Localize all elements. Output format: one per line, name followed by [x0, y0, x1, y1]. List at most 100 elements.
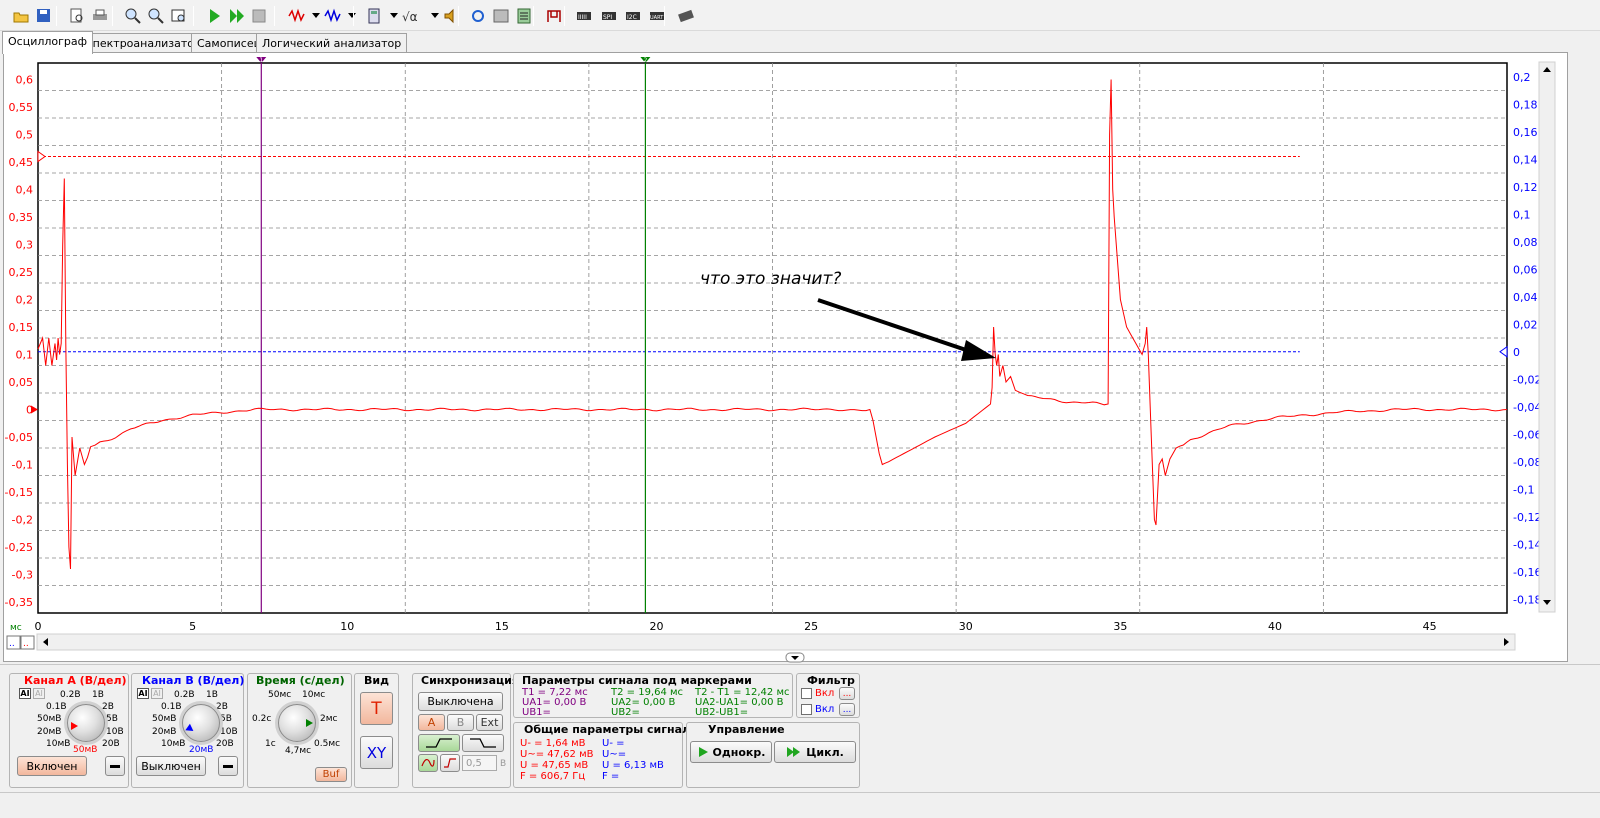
- rising-edge-button[interactable]: [418, 734, 460, 752]
- channel-a-zero-marker[interactable]: [31, 405, 38, 414]
- channel-a-offset-label: ..: [23, 639, 29, 649]
- channel-b-scale-value: 20мВ: [189, 745, 214, 755]
- filter-b-checkbox[interactable]: [801, 704, 812, 715]
- filter-a-settings-button[interactable]: ...: [839, 687, 855, 700]
- scale-tick: 50мс: [268, 690, 292, 700]
- sync-panel: Синхронизация Выключена A B Ext 0,5 В: [412, 673, 519, 788]
- sync-source-ext-button[interactable]: Ext: [476, 714, 503, 731]
- left-axis-tick-label: 0,05: [9, 376, 34, 389]
- single-run-label: Однокр.: [712, 745, 766, 759]
- ub-dc-value: U- =: [602, 738, 625, 749]
- buffer-button[interactable]: Buf: [315, 767, 347, 782]
- scale-tick: 50мВ: [152, 714, 177, 724]
- right-axis-tick-label: -0,12: [1513, 511, 1541, 524]
- save-button[interactable]: [33, 5, 55, 27]
- time-base-knob[interactable]: [278, 704, 316, 742]
- scale-tick: 1В: [92, 690, 104, 700]
- ua-rms-value: U = 47,65 мВ: [520, 760, 589, 771]
- filter-b-settings-button[interactable]: ...: [839, 703, 855, 716]
- tab-oscilloscope[interactable]: Осциллограф: [2, 31, 94, 54]
- toolbar-separator: [533, 6, 534, 26]
- auto-sync-button[interactable]: [418, 754, 438, 772]
- scale-tick: 10мс: [302, 690, 326, 700]
- i2c-button[interactable]: I2C: [622, 5, 644, 27]
- channel-a-button[interactable]: [286, 5, 308, 27]
- time-panel: Время (с/дел) 50мс 10мс 0.2с 2мс 1с 0.5м…: [247, 673, 352, 788]
- channel-b-icon: [324, 8, 341, 23]
- sync-level-input[interactable]: 0,5: [462, 755, 497, 771]
- calculator-button[interactable]: [363, 5, 385, 27]
- oscilloscope-plot[interactable]: 0,60,550,50,450,40,350,30,250,20,150,10,…: [0, 52, 1568, 664]
- scale-tick: 20мВ: [37, 727, 62, 737]
- sync-title: Синхронизация: [421, 674, 519, 687]
- dropdown-arrow-icon[interactable]: [389, 5, 399, 27]
- sync-source-b-button[interactable]: B: [447, 714, 474, 731]
- spi-button[interactable]: SPI: [598, 5, 620, 27]
- left-axis-tick-label: 0,6: [16, 74, 34, 87]
- marker-params-panel: Параметры сигнала под маркерами T1 = 7,2…: [513, 673, 793, 718]
- dropdown-arrow-icon[interactable]: [311, 5, 321, 27]
- left-axis-tick-label: 0,1: [16, 349, 34, 362]
- ac-coupling-icon[interactable]: AI: [19, 688, 31, 699]
- xy-view-button[interactable]: XY: [360, 736, 393, 769]
- refresh-icon: [472, 10, 484, 22]
- dropdown-arrow-icon[interactable]: [347, 5, 357, 27]
- zoom-out-button[interactable]: [145, 5, 167, 27]
- generator-button[interactable]: [543, 5, 565, 27]
- channel-b-title: Канал B (В/дел): [142, 674, 245, 687]
- filter-b-label: Вкл: [815, 704, 835, 715]
- falling-edge-button[interactable]: [462, 734, 504, 752]
- fast-forward-icon: [787, 747, 801, 757]
- refresh-button[interactable]: [467, 5, 489, 27]
- print-button[interactable]: [89, 5, 111, 27]
- channel-a-enable-button[interactable]: Включен: [17, 756, 87, 776]
- math-button[interactable]: √α: [399, 5, 421, 27]
- ac-coupling-icon[interactable]: AI: [137, 688, 149, 699]
- settings-button[interactable]: [490, 5, 512, 27]
- report-button[interactable]: [513, 5, 535, 27]
- channel-a-volts-knob[interactable]: [67, 704, 105, 742]
- channel-b-volts-knob[interactable]: [182, 704, 220, 742]
- channel-a-scale-value: 50мВ: [73, 745, 98, 755]
- tab-logic-analyzer[interactable]: Логический анализатор: [256, 33, 408, 53]
- stop-button[interactable]: [248, 5, 270, 27]
- right-axis-tick-label: 0,02: [1513, 318, 1538, 331]
- single-run-button[interactable]: Однокр.: [690, 741, 772, 763]
- falling-edge-icon: [470, 738, 496, 748]
- zoom-fit-button[interactable]: [168, 5, 190, 27]
- scale-tick: 5В: [220, 714, 232, 724]
- vertical-scrollbar[interactable]: [1538, 61, 1556, 613]
- scale-tick: 2мс: [320, 714, 338, 724]
- control-panel: Управление Однокр. Цикл.: [686, 722, 860, 788]
- svg-text:UART: UART: [650, 15, 664, 21]
- device-button[interactable]: [675, 5, 697, 27]
- single-sync-button[interactable]: [440, 754, 460, 772]
- open-button[interactable]: [10, 5, 32, 27]
- horizontal-scrollbar[interactable]: [36, 633, 1516, 651]
- print-preview-button[interactable]: [66, 5, 88, 27]
- zoom-in-button[interactable]: [122, 5, 144, 27]
- channel-b-enable-button[interactable]: Выключен: [136, 756, 206, 776]
- dc-coupling-icon[interactable]: AI: [33, 688, 45, 699]
- start-cycle-button[interactable]: [226, 5, 248, 27]
- play-icon: [698, 747, 708, 757]
- cycle-run-button[interactable]: Цикл.: [774, 741, 856, 763]
- channel-a-invert-button[interactable]: [105, 756, 125, 776]
- channel-b-button[interactable]: [322, 5, 344, 27]
- filter-a-checkbox[interactable]: [801, 688, 812, 699]
- tab-spectrum-analyzer[interactable]: Спектроанализатор: [79, 33, 207, 53]
- scale-tick: 20В: [102, 739, 120, 749]
- sync-source-a-button[interactable]: A: [418, 714, 445, 731]
- tab-bar: Осциллограф Спектроанализатор Самописец …: [0, 31, 1600, 54]
- open-icon: [13, 12, 29, 23]
- ub-ac-value: U~=: [602, 749, 627, 760]
- time-view-button[interactable]: T: [360, 692, 393, 725]
- dc-coupling-icon[interactable]: AI: [151, 688, 163, 699]
- left-axis-tick-label: 0,2: [16, 294, 34, 307]
- sync-mode-button[interactable]: Выключена: [418, 692, 503, 711]
- i2c-icon: I2C: [626, 12, 640, 21]
- dropdown-arrow-icon[interactable]: [430, 5, 440, 27]
- start-button[interactable]: [204, 5, 226, 27]
- chip-button[interactable]: IIIII: [573, 5, 595, 27]
- channel-b-invert-button[interactable]: [218, 756, 238, 776]
